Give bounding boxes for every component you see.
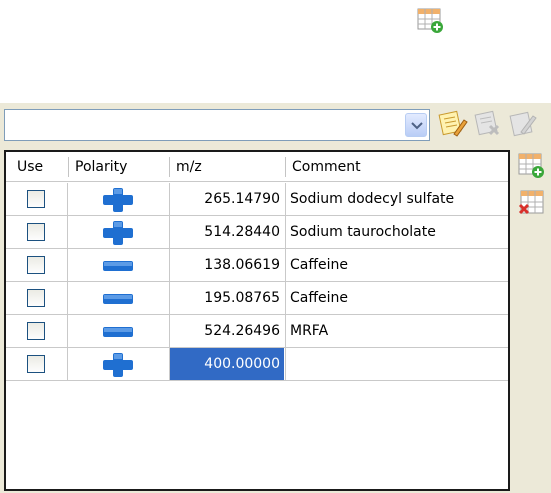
minus-icon[interactable] (100, 286, 136, 312)
cell-divider (67, 216, 68, 248)
cell-divider (285, 282, 286, 314)
mass-table: Use Polarity m/z Comment 265.14790 Sodiu… (4, 150, 510, 491)
remove-list-icon (471, 108, 503, 138)
cell-divider (285, 216, 286, 248)
use-checkbox[interactable] (27, 289, 45, 307)
delete-row-icon[interactable] (517, 187, 547, 218)
column-header-polarity[interactable]: Polarity (69, 152, 169, 182)
table-row[interactable]: 524.26496 MRFA (6, 315, 508, 348)
comment-cell[interactable]: Sodium taurocholate (287, 216, 506, 248)
add-row-icon[interactable] (517, 150, 547, 181)
mass-list-dropdown[interactable] (4, 109, 430, 141)
minus-icon[interactable] (100, 253, 136, 279)
cell-divider (285, 249, 286, 281)
column-header-comment[interactable]: Comment (286, 152, 506, 182)
use-checkbox[interactable] (27, 223, 45, 241)
column-header-use[interactable]: Use (11, 152, 69, 182)
plus-icon[interactable] (100, 220, 136, 246)
minus-icon[interactable] (100, 319, 136, 345)
cell-divider (67, 282, 68, 314)
mz-cell[interactable]: 524.26496 (170, 315, 284, 347)
comment-cell[interactable]: Caffeine (287, 249, 506, 281)
cell-divider (285, 348, 286, 380)
cell-divider (67, 315, 68, 347)
use-checkbox[interactable] (27, 256, 45, 274)
table-row[interactable]: 195.08765 Caffeine (6, 282, 508, 315)
add-row-icon[interactable] (416, 5, 446, 36)
cell-divider (67, 249, 68, 281)
comment-cell[interactable]: Caffeine (287, 282, 506, 314)
comment-cell[interactable] (287, 348, 506, 380)
table-header: Use Polarity m/z Comment (6, 152, 508, 182)
column-header-mz[interactable]: m/z (170, 152, 285, 182)
table-row[interactable]: 400.00000 (6, 348, 508, 381)
use-checkbox[interactable] (27, 322, 45, 340)
plus-icon[interactable] (100, 352, 136, 378)
chevron-down-icon[interactable] (405, 113, 427, 137)
use-checkbox[interactable] (27, 190, 45, 208)
mz-cell[interactable]: 195.08765 (170, 282, 284, 314)
table-row[interactable]: 138.06619 Caffeine (6, 249, 508, 282)
table-row[interactable]: 514.28440 Sodium taurocholate (6, 216, 508, 249)
comment-cell[interactable]: MRFA (287, 315, 506, 347)
use-checkbox[interactable] (27, 355, 45, 373)
cell-divider (285, 315, 286, 347)
cell-divider (67, 183, 68, 215)
mz-cell-selected[interactable]: 400.00000 (170, 348, 284, 380)
cell-divider (67, 348, 68, 380)
plus-icon[interactable] (100, 187, 136, 213)
edit-list-icon[interactable] (436, 108, 468, 138)
comment-cell[interactable]: Sodium dodecyl sulfate (287, 183, 506, 215)
mz-cell[interactable]: 514.28440 (170, 216, 284, 248)
table-row[interactable]: 265.14790 Sodium dodecyl sulfate (6, 183, 508, 216)
mz-cell[interactable]: 265.14790 (170, 183, 284, 215)
cell-divider (285, 183, 286, 215)
rename-list-icon (507, 108, 539, 138)
mz-cell[interactable]: 138.06619 (170, 249, 284, 281)
